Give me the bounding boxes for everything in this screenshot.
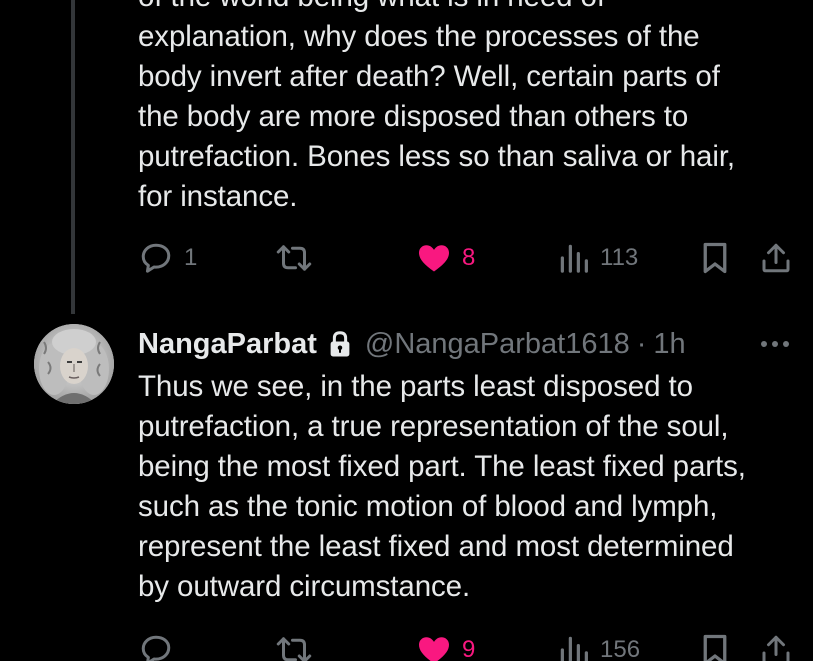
tweet-1-bookmark-button[interactable] xyxy=(698,238,732,278)
tweet-2-share-button[interactable] xyxy=(758,630,794,661)
tweet-2-retweet-button[interactable] xyxy=(274,630,314,661)
tweet-1-views-button[interactable]: 113 xyxy=(558,238,638,278)
bookmark-icon xyxy=(698,632,732,661)
thread-connector-line xyxy=(71,0,75,314)
share-icon xyxy=(758,632,794,661)
reply-icon xyxy=(138,632,174,661)
tweet-2-actions: 9 156 xyxy=(138,630,798,661)
tweet-1-reply-count: 1 xyxy=(184,244,198,271)
tweet-2-text: Thus we see, in the parts least disposed… xyxy=(138,370,746,603)
timeline: of the world being what is in need of ex… xyxy=(0,0,813,661)
heart-icon xyxy=(416,632,452,661)
tweet-2-like-count: 9 xyxy=(462,636,476,661)
user-handle[interactable]: @NangaParbat1618 xyxy=(365,328,630,361)
views-icon xyxy=(558,240,590,276)
tweet-2-like-button[interactable]: 9 xyxy=(416,630,475,661)
lock-icon xyxy=(327,329,353,359)
more-icon xyxy=(757,341,793,361)
tweet-1-actions: 1 8 113 xyxy=(138,238,798,278)
tweet-2-bookmark-button[interactable] xyxy=(698,630,732,661)
more-options-button[interactable] xyxy=(757,331,793,357)
retweet-icon xyxy=(274,240,314,276)
reply-icon xyxy=(138,240,174,276)
tweet-2-views-count: 156 xyxy=(600,636,641,661)
tweet-2-views-button[interactable]: 156 xyxy=(558,630,640,661)
bookmark-icon xyxy=(698,240,732,276)
tweet-2-header: NangaParbat @NangaParbat1618 · 1h xyxy=(138,323,686,365)
tweet-1-views-count: 113 xyxy=(600,244,639,271)
tweet-1-retweet-button[interactable] xyxy=(274,238,314,278)
tweet-1-like-count: 8 xyxy=(462,244,476,271)
tweet-1-like-button[interactable]: 8 xyxy=(416,238,475,278)
heart-icon xyxy=(416,240,452,276)
avatar-portrait-image xyxy=(34,324,114,404)
tweet-1-reply-button[interactable]: 1 xyxy=(138,238,197,278)
tweet-1-text: of the world being what is in need of ex… xyxy=(138,0,736,213)
views-icon xyxy=(558,632,590,661)
tweet-1-share-button[interactable] xyxy=(758,238,794,278)
tweet-2-reply-button[interactable] xyxy=(138,630,174,661)
avatar[interactable] xyxy=(34,324,114,404)
separator-dot: · xyxy=(636,327,647,360)
display-name[interactable]: NangaParbat xyxy=(138,328,317,361)
share-icon xyxy=(758,240,794,276)
timestamp[interactable]: 1h xyxy=(653,328,685,361)
retweet-icon xyxy=(274,632,314,661)
